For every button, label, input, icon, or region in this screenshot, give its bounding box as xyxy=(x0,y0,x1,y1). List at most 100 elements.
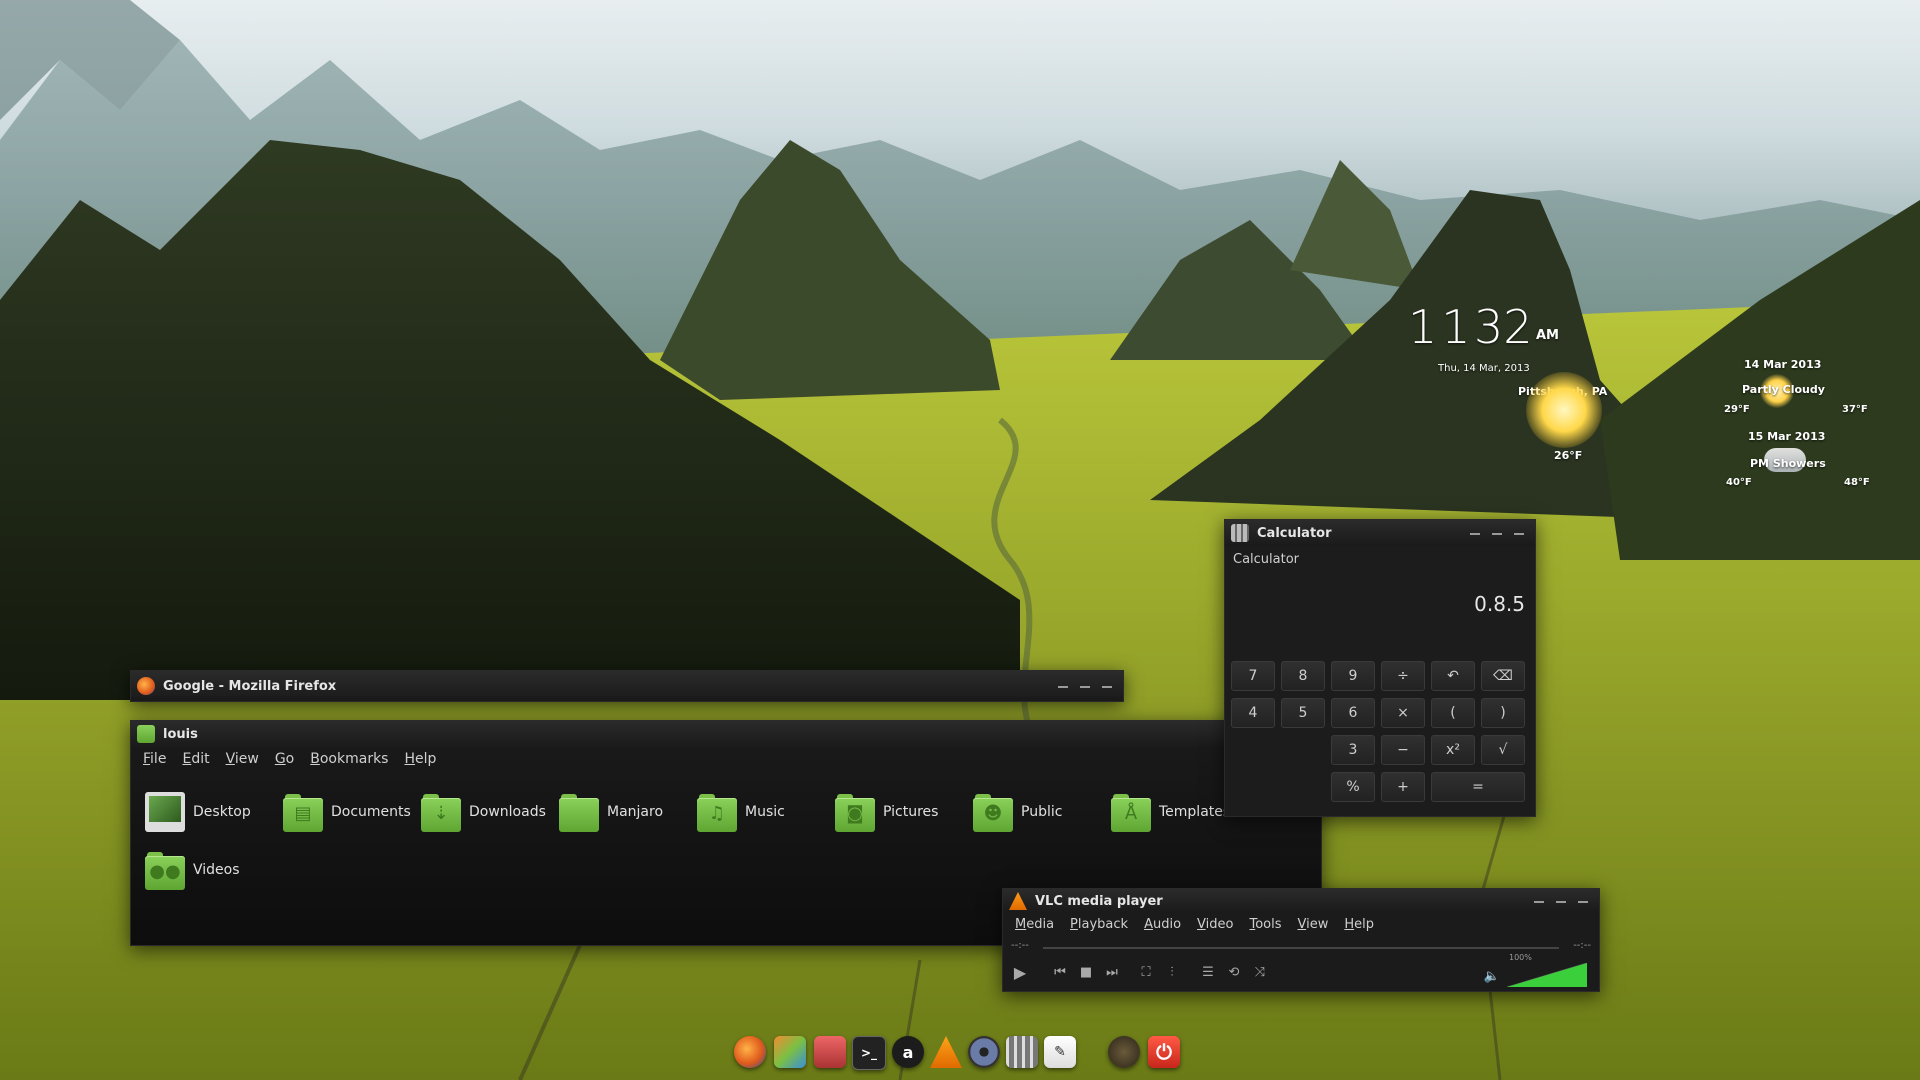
menu-edit[interactable]: Edit xyxy=(174,751,217,767)
vlc-menubar: Media Playback Audio Video Tools View He… xyxy=(1007,917,1599,932)
calc-key-9[interactable]: 9 xyxy=(1331,661,1375,691)
volume-slider[interactable] xyxy=(1507,963,1587,987)
calc-key-5[interactable]: 5 xyxy=(1281,698,1325,728)
backspace-icon[interactable]: ⌫ xyxy=(1481,661,1525,691)
file-manager-titlebar[interactable]: louis xyxy=(131,721,1321,747)
documents-folder-icon: ▤ xyxy=(283,792,323,832)
menu-tools[interactable]: Tools xyxy=(1241,917,1289,932)
folder-item-pictures[interactable]: ◙ Pictures xyxy=(835,783,973,841)
menu-view[interactable]: View xyxy=(218,751,267,767)
mixer-icon[interactable] xyxy=(1006,1036,1038,1068)
menu-view[interactable]: View xyxy=(1290,917,1337,932)
close-button[interactable] xyxy=(1511,525,1527,541)
firefox-titlebar[interactable]: Google - Mozilla Firefox xyxy=(131,671,1123,701)
folder-label: Documents xyxy=(331,804,411,820)
calc-key-plus[interactable]: + xyxy=(1381,772,1425,802)
undo-icon[interactable]: ↶ xyxy=(1431,661,1475,691)
vlc-window[interactable]: VLC media player Media Playback Audio Vi… xyxy=(1002,888,1600,992)
shuffle-icon[interactable]: ⤨ xyxy=(1249,961,1271,983)
file-icon-view: Desktop ▤ Documents ⇣ Downloads Manjaro … xyxy=(145,783,1311,899)
previous-icon[interactable]: ⏮ xyxy=(1049,961,1071,983)
time-total: --:-- xyxy=(1573,940,1591,951)
calculator-display: 0.8.5 xyxy=(1474,592,1525,616)
templates-folder-icon: Å xyxy=(1111,792,1151,832)
folder-icon xyxy=(559,792,599,832)
firefox-icon[interactable] xyxy=(734,1036,766,1068)
clock-date: Thu, 14 Mar, 2013 xyxy=(1438,363,1530,374)
calc-key-open-paren[interactable]: ( xyxy=(1431,698,1475,728)
menu-go[interactable]: Go xyxy=(267,751,302,767)
firefox-title: Google - Mozilla Firefox xyxy=(163,678,337,694)
pictures-folder-icon: ◙ xyxy=(835,792,875,832)
terminal-icon[interactable]: >_ xyxy=(852,1036,886,1070)
maximize-button[interactable] xyxy=(1553,893,1569,909)
folder-item-public[interactable]: ☻ Public xyxy=(973,783,1111,841)
menu-file[interactable]: File xyxy=(135,751,174,767)
text-editor-icon[interactable]: ✎ xyxy=(1044,1036,1076,1068)
minimize-button[interactable] xyxy=(1531,893,1547,909)
folder-item-manjaro[interactable]: Manjaro xyxy=(559,783,697,841)
time-elapsed: --:-- xyxy=(1011,940,1029,951)
account-icon[interactable]: a xyxy=(892,1036,924,1068)
calc-key-square[interactable]: x² xyxy=(1431,735,1475,765)
calc-key-divide[interactable]: ÷ xyxy=(1381,661,1425,691)
stop-icon[interactable]: ■ xyxy=(1075,961,1097,983)
downloads-folder-icon: ⇣ xyxy=(421,792,461,832)
folder-label: Downloads xyxy=(469,804,546,820)
playlist-icon[interactable]: ☰ xyxy=(1197,961,1219,983)
clock-minute: 32 xyxy=(1474,300,1533,354)
power-icon[interactable]: ⏻ xyxy=(1148,1036,1180,1068)
calc-key-equals[interactable]: = xyxy=(1431,772,1525,802)
media-icon[interactable] xyxy=(814,1036,846,1068)
calc-key-percent[interactable]: % xyxy=(1331,772,1375,802)
calc-key-7[interactable]: 7 xyxy=(1231,661,1275,691)
calc-key-4[interactable]: 4 xyxy=(1231,698,1275,728)
play-icon[interactable]: ▶ xyxy=(1009,961,1031,983)
menu-playback[interactable]: Playback xyxy=(1062,917,1136,932)
folder-item-music[interactable]: ♫ Music xyxy=(697,783,835,841)
forecast-condition-1: Partly Cloudy xyxy=(1742,383,1825,396)
clock-ampm: AM xyxy=(1536,328,1559,343)
folder-label: Desktop xyxy=(193,804,251,820)
image-viewer-icon[interactable] xyxy=(774,1036,806,1068)
speaker-icon[interactable]: 🔈 xyxy=(1481,965,1503,987)
loop-icon[interactable]: ⟲ xyxy=(1223,961,1245,983)
calc-key-3[interactable]: 3 xyxy=(1331,735,1375,765)
calc-key-sqrt[interactable]: √ xyxy=(1481,735,1525,765)
weather-current-temp: 26°F xyxy=(1554,449,1583,462)
calc-key-multiply[interactable]: × xyxy=(1381,698,1425,728)
calc-key-8[interactable]: 8 xyxy=(1281,661,1325,691)
maximize-button[interactable] xyxy=(1077,678,1093,694)
calc-key-close-paren[interactable]: ) xyxy=(1481,698,1525,728)
disc-icon[interactable] xyxy=(968,1036,1000,1068)
calculator-titlebar[interactable]: Calculator xyxy=(1225,520,1535,546)
minimize-button[interactable] xyxy=(1467,525,1483,541)
firefox-window[interactable]: Google - Mozilla Firefox xyxy=(130,670,1124,702)
menu-video[interactable]: Video xyxy=(1189,917,1241,932)
minimize-button[interactable] xyxy=(1055,678,1071,694)
calc-key-6[interactable]: 6 xyxy=(1331,698,1375,728)
close-button[interactable] xyxy=(1575,893,1591,909)
file-manager-title: louis xyxy=(163,726,198,742)
equalizer-icon[interactable]: ⫶ xyxy=(1161,961,1183,983)
maximize-button[interactable] xyxy=(1489,525,1505,541)
fullscreen-icon[interactable]: ⛶ xyxy=(1135,961,1157,983)
menu-media[interactable]: Media xyxy=(1007,917,1062,932)
menu-audio[interactable]: Audio xyxy=(1136,917,1189,932)
folder-item-documents[interactable]: ▤ Documents xyxy=(283,783,421,841)
vlc-titlebar[interactable]: VLC media player xyxy=(1003,889,1599,913)
calculator-window[interactable]: Calculator Calculator 0.8.5 7 8 9 ÷ ↶ ⌫ … xyxy=(1224,519,1536,817)
folder-item-downloads[interactable]: ⇣ Downloads xyxy=(421,783,559,841)
clock-hour: 11 xyxy=(1408,300,1475,354)
calculator-title: Calculator xyxy=(1257,525,1332,541)
calc-key-minus[interactable]: − xyxy=(1381,735,1425,765)
folder-item-desktop[interactable]: Desktop xyxy=(145,783,283,841)
folder-item-videos[interactable]: ●● Videos xyxy=(145,841,283,899)
clock-icon[interactable] xyxy=(1108,1036,1140,1068)
seek-bar[interactable] xyxy=(1043,947,1559,949)
menu-help[interactable]: Help xyxy=(396,751,444,767)
next-icon[interactable]: ⏭ xyxy=(1101,961,1123,983)
close-button[interactable] xyxy=(1099,678,1115,694)
menu-bookmarks[interactable]: Bookmarks xyxy=(302,751,396,767)
menu-help[interactable]: Help xyxy=(1336,917,1382,932)
